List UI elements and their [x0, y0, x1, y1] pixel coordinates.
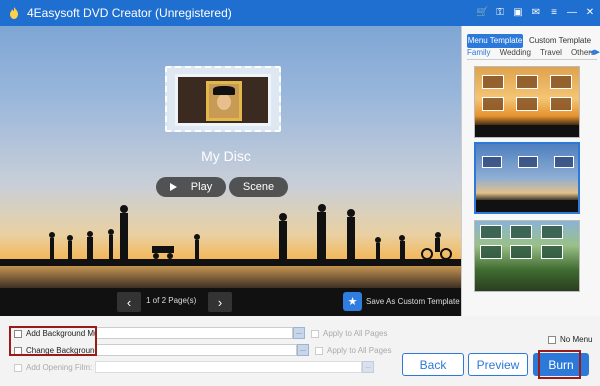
back-button[interactable]: Back [402, 353, 464, 376]
bg-music-browse-button[interactable]: ... [293, 327, 305, 339]
disc-thumbnail-frame[interactable] [165, 66, 281, 132]
category-scroll-arrows-icon[interactable]: ◀▶ [589, 48, 600, 56]
app-logo-icon [6, 5, 22, 21]
bg-change-apply-checkbox[interactable] [315, 346, 323, 355]
cart-icon[interactable]: 🛒 [476, 7, 488, 19]
key-icon[interactable]: ⚿ [494, 7, 506, 19]
category-wedding[interactable]: Wedding [500, 48, 531, 59]
register-icon[interactable]: ▣ [512, 7, 524, 19]
opening-film-browse-button[interactable]: ... [362, 361, 374, 373]
template-panel: Menu Template Custom Template Family Wed… [461, 26, 600, 316]
play-label: Play [190, 181, 213, 193]
bg-change-apply-all[interactable]: Apply to All Pages [315, 346, 391, 355]
play-icon [169, 183, 177, 191]
page-indicator: 1 of 2 Page(s) [146, 296, 197, 305]
close-icon[interactable]: ✕ [584, 7, 596, 19]
tab-menu-template[interactable]: Menu Template [467, 34, 523, 48]
menu-preview: My Disc Play Scene ‹ 1 of 2 Page(s) › ★ … [0, 26, 461, 316]
tab-custom-template[interactable]: Custom Template [523, 34, 597, 48]
preview-button[interactable]: Preview [468, 353, 528, 376]
template-thumbnail[interactable] [474, 66, 580, 138]
title-bar: 4Easysoft DVD Creator (Unregistered) 🛒 ⚿… [0, 0, 600, 26]
disc-title[interactable]: My Disc [0, 148, 452, 164]
page-navigation-bar: ‹ 1 of 2 Page(s) › ★ Save As Custom Temp… [0, 288, 461, 316]
minimize-icon[interactable]: — [566, 7, 578, 19]
template-thumbnail-selected[interactable] [474, 142, 580, 214]
bg-change-apply-label: Apply to All Pages [327, 346, 392, 355]
save-as-custom-template-link[interactable]: Save As Custom Template [366, 297, 460, 306]
opening-film-field[interactable] [95, 361, 362, 373]
highlight-box [9, 326, 97, 356]
menu-icon[interactable]: ≡ [548, 7, 560, 19]
burn-highlight-box [538, 350, 581, 379]
opening-film-option[interactable]: Add Opening Film: [14, 363, 92, 372]
scene-label: Scene [242, 181, 275, 193]
bg-music-apply-checkbox[interactable] [311, 329, 319, 338]
category-family[interactable]: Family [467, 48, 491, 59]
no-menu-label: No Menu [560, 335, 593, 344]
play-button[interactable]: Play [156, 177, 226, 197]
next-page-button[interactable]: › [208, 292, 232, 312]
star-icon[interactable]: ★ [343, 292, 362, 311]
opening-film-label: Add Opening Film: [26, 363, 93, 372]
previous-page-button[interactable]: ‹ [117, 292, 141, 312]
bg-music-apply-all[interactable]: Apply to All Pages [311, 329, 387, 338]
no-menu-option[interactable]: No Menu [548, 335, 592, 344]
feedback-icon[interactable]: ✉ [530, 7, 542, 19]
template-thumbnail[interactable] [474, 220, 580, 292]
pirate-portrait [206, 81, 242, 121]
bg-change-browse-button[interactable]: ... [297, 344, 309, 356]
scene-button[interactable]: Scene [229, 177, 288, 197]
opening-film-checkbox[interactable] [14, 363, 22, 372]
category-travel[interactable]: Travel [540, 48, 562, 59]
bg-change-field[interactable] [95, 344, 297, 356]
bg-music-apply-label: Apply to All Pages [323, 329, 388, 338]
bg-music-field[interactable] [95, 327, 293, 339]
no-menu-checkbox[interactable] [548, 335, 556, 344]
family-silhouettes [0, 204, 461, 266]
window-title: 4Easysoft DVD Creator (Unregistered) [27, 6, 232, 20]
